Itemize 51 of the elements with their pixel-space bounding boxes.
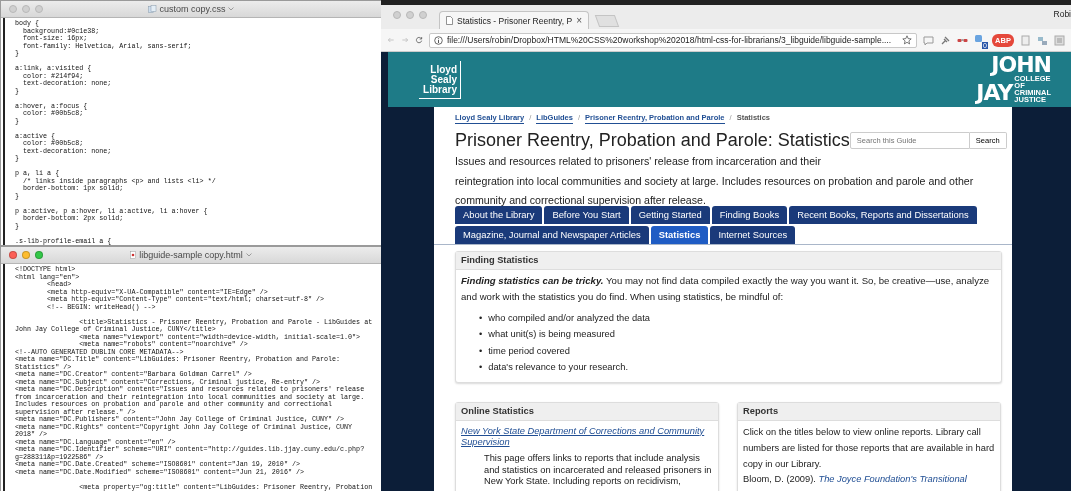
minimize-button[interactable] — [22, 5, 30, 13]
bullet-mark: • — [479, 311, 483, 325]
box-heading: Reports — [738, 402, 1000, 421]
guide-tab[interactable]: About the Library — [455, 205, 543, 224]
close-button[interactable] — [9, 5, 17, 13]
bullet-mark: • — [479, 361, 483, 374]
resource-link[interactable]: New York State Department of Corrections and Community Supervision — [461, 425, 713, 449]
bullet-item: what unit(s) is being measured — [488, 328, 615, 341]
satellite-icon[interactable] — [1037, 34, 1048, 46]
window-title: custom copy.css — [159, 4, 226, 14]
address-bar[interactable]: file:///Users/robin/Dropbox/HTML%20CSS%20workshop%202018/html-css-for-librarians/3_libguide/libguide-sample.... — [429, 32, 917, 48]
zoom-button[interactable] — [35, 5, 43, 13]
window-title: libguide-sample copy.html — [139, 250, 243, 260]
speech-bubble-icon[interactable] — [923, 34, 934, 46]
document-icon — [147, 5, 157, 13]
page-icon — [446, 16, 453, 25]
bullet-item: data's relevance to your research. — [488, 361, 629, 374]
info-icon[interactable] — [434, 35, 443, 45]
document-icon — [130, 251, 137, 259]
profile-name[interactable]: Robi — [1053, 9, 1071, 19]
guide-tab[interactable]: Getting Started — [630, 205, 710, 224]
library-logo[interactable]: Lloyd Sealy Library — [419, 60, 461, 99]
box-heading: Online Statistics — [456, 402, 718, 421]
bullet-mark: • — [479, 344, 483, 358]
page-icon[interactable] — [1020, 34, 1031, 46]
page-title: Prisoner Reentry, Probation and Parole: Statistics — [455, 129, 850, 151]
bullet-item: who compiled and/or analyzed the data — [488, 311, 651, 325]
chevron-down-icon[interactable] — [245, 253, 252, 257]
guide-tab[interactable]: Statistics — [650, 225, 709, 244]
guide-tab[interactable]: Magazine, Journal and Newspaper Articles — [455, 225, 649, 244]
guide-tab[interactable]: Finding Books — [711, 205, 788, 224]
resource-description: This page offers links to reports that include analysis and statistics on incarcerated and released prisoners in New York State. Including reports on recidivism, — [484, 453, 713, 488]
report-link[interactable]: The Joyce Foundation's Transitional — [818, 473, 967, 484]
browser-tab[interactable]: Statistics - Prisoner Reentry, P × — [439, 11, 589, 29]
reload-icon[interactable] — [415, 34, 423, 46]
guide-tab[interactable]: Before You Start — [544, 205, 629, 224]
guide-description: Issues and resources related to prisoners' release from incarceration and their reintegration into local communities and society at large. Includes resources on probation and parole and other community and correctional supervision after release. — [455, 154, 975, 208]
citation-text: Bloom, D. (2009). The Joyce Foundation's Transitional — [743, 473, 968, 485]
chevron-down-icon[interactable] — [228, 7, 235, 11]
guide-tab[interactable]: Internet Sources — [710, 225, 796, 244]
bullet-item: time period covered — [488, 344, 570, 358]
close-tab-button[interactable]: × — [576, 15, 582, 26]
star-icon[interactable] — [902, 35, 912, 45]
box-heading: Finding Statistics — [456, 251, 1001, 270]
pin-icon[interactable] — [940, 34, 951, 46]
bullet-mark: • — [479, 328, 483, 341]
guide-tab[interactable]: Recent Books, Reports and Dissertations — [789, 205, 977, 224]
panel-icon[interactable] — [1054, 34, 1065, 46]
new-tab-button[interactable] — [594, 15, 620, 27]
intro-paragraph: Finding statistics can be tricky. You may not find data compiled exactly the way you want it. So, be creative—use, analyze and work with the statistics you do find. When using statistics, be mindful of: — [461, 273, 991, 304]
reports-paragraph: Click on the titles below to view online reports. Library call numbers are listed for those reports that are available in hard copy in our Library. — [743, 425, 995, 471]
